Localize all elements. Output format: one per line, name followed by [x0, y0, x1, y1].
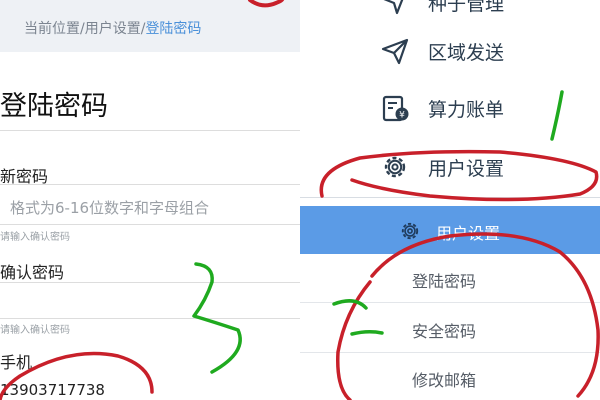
breadcrumb-path: 当前位置/用户设置/	[24, 21, 146, 37]
title-divider	[0, 130, 300, 131]
divider	[0, 318, 300, 319]
divider	[0, 184, 300, 185]
menu-item-user-settings[interactable]: 用户设置	[300, 143, 600, 189]
menu-item-seed-management[interactable]: 种子管理	[300, 0, 600, 24]
breadcrumb-current[interactable]: 登陆密码	[145, 21, 201, 37]
paper-plane-icon	[381, 38, 409, 65]
phone-value[interactable]: 13903717738	[0, 381, 105, 399]
submenu-item-label: 登陆密码	[412, 272, 477, 291]
menu-divider	[300, 197, 600, 198]
breadcrumb: 当前位置/用户设置/登陆密码	[24, 18, 201, 38]
bill-icon: ¥	[382, 95, 409, 122]
menu-group-user-settings[interactable]: 用户设置	[300, 206, 600, 254]
submenu-divider	[300, 302, 600, 303]
password-form-panel: 当前位置/用户设置/登陆密码 登陆密码 新密码 格式为6-16位数字和字母组合 …	[0, 0, 300, 400]
confirm-password-label: 确认密码	[0, 263, 65, 282]
divider	[0, 224, 300, 225]
gear-icon	[384, 156, 406, 178]
gear-icon	[401, 222, 419, 240]
menu-item-area-send[interactable]: 区域发送	[300, 27, 600, 73]
menu-item-label: 算力账单	[428, 99, 505, 121]
new-password-input[interactable]: 格式为6-16位数字和字母组合	[10, 197, 209, 218]
submenu-item-label: 安全密码	[412, 322, 477, 341]
submenu-item-security-password[interactable]: 安全密码	[300, 304, 600, 352]
submenu-item-change-email[interactable]: 修改邮箱	[300, 353, 600, 400]
menu-group-label: 用户设置	[436, 224, 501, 243]
svg-text:¥: ¥	[399, 111, 405, 121]
breadcrumb-bar: 当前位置/用户设置/登陆密码	[0, 0, 300, 52]
submenu-item-label: 修改邮箱	[412, 371, 477, 390]
menu-item-billing[interactable]: ¥ 算力账单	[300, 84, 600, 130]
menu-item-label: 种子管理	[428, 0, 505, 15]
send-icon	[383, 0, 404, 15]
menu-item-label: 用户设置	[428, 158, 505, 180]
confirm-password-hint: 请输入确认密码	[0, 232, 70, 243]
submenu-item-login-password[interactable]: 登陆密码	[300, 254, 600, 302]
menu-item-label: 区域发送	[428, 42, 505, 64]
confirm-password-input[interactable]	[0, 283, 300, 317]
confirm-password-hint: 请输入确认密码	[0, 325, 70, 336]
phone-label: 手机	[0, 353, 33, 372]
side-menu: 种子管理 区域发送 ¥ 算力账单 用户设置 用户设置 登陆密码 安全密码 修改邮…	[300, 0, 600, 400]
page-title: 登陆密码	[0, 91, 108, 122]
